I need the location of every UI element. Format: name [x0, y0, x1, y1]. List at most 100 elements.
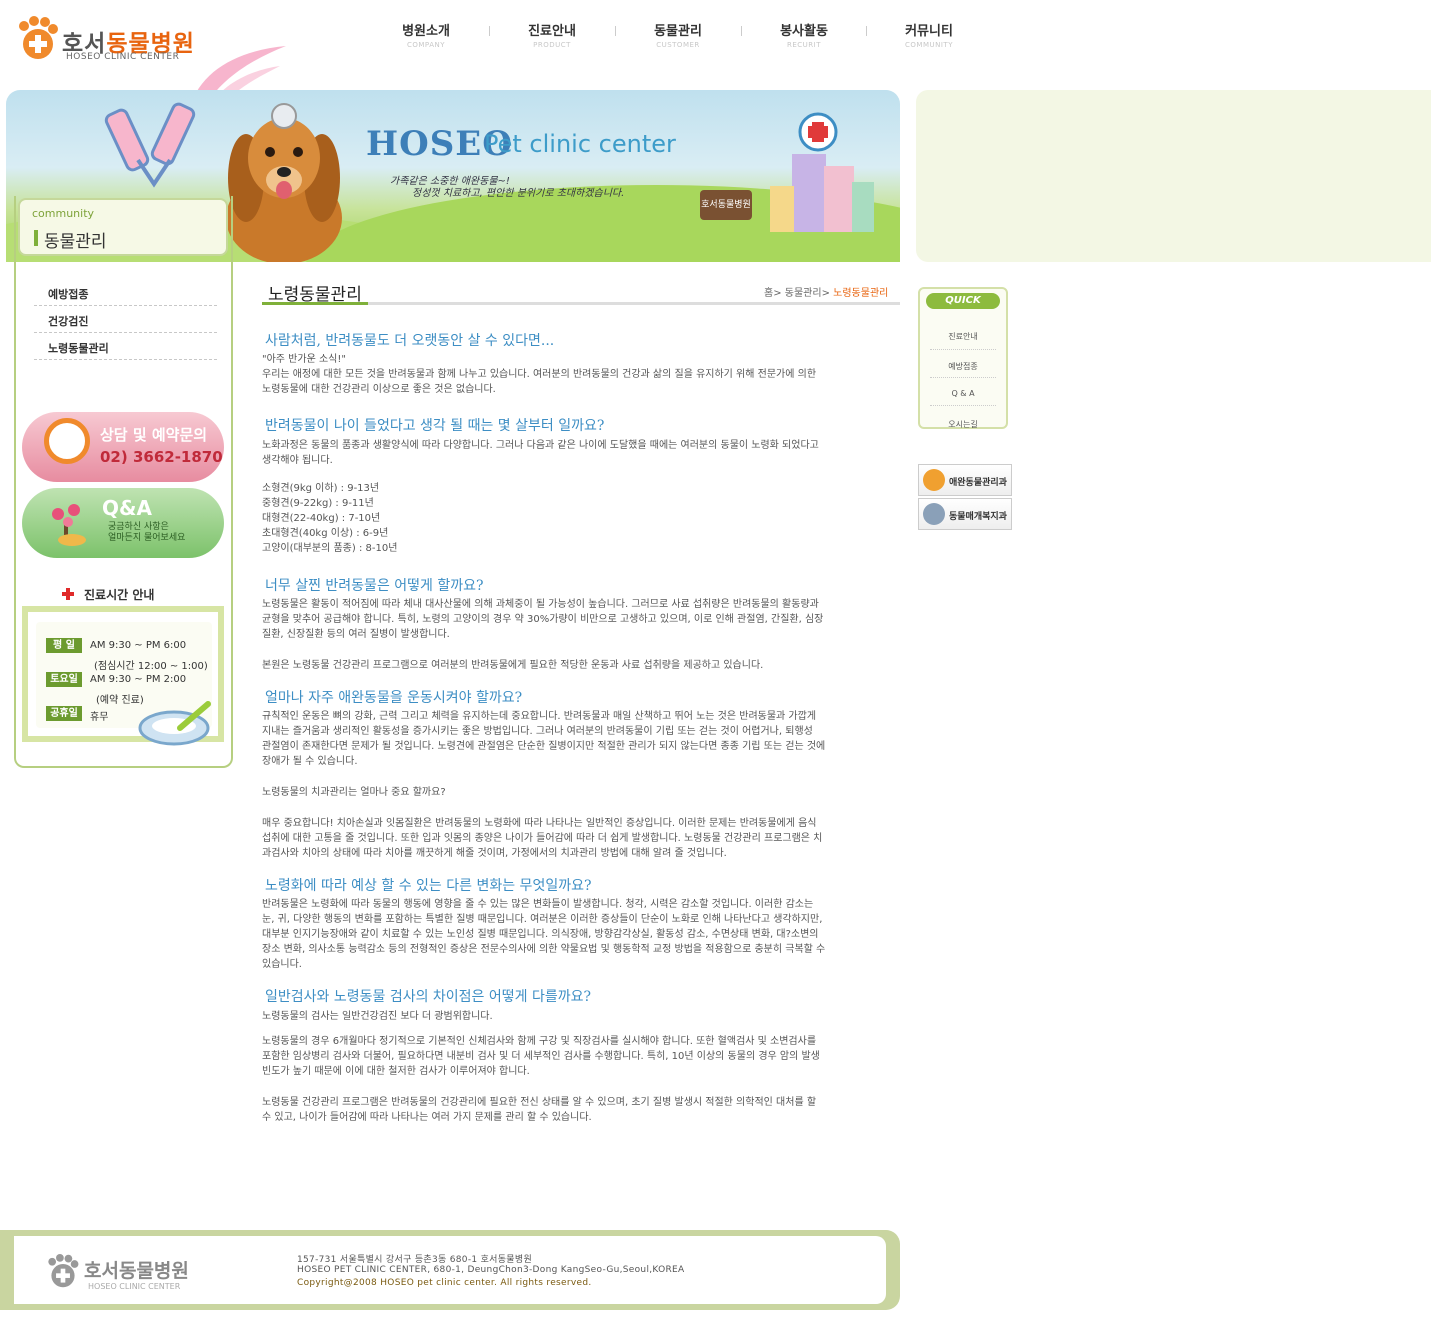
- paragraph-line: 빈도가 높기 때문에 이에 대한 철저한 검사가 이루어져야 합니다.: [262, 1066, 530, 1077]
- footer-paw-cross-icon: [48, 1254, 79, 1288]
- dog-illustration: [226, 103, 342, 262]
- paragraph: 규칙적인 운동은 뼈의 강화, 근력 그리고 체력을 유지하는데 중요합니다. …: [262, 709, 902, 769]
- quick-divider: [930, 405, 996, 406]
- qa-desc: 궁금하신 사항은 얼마든지 물어보세요: [108, 522, 185, 544]
- paragraph-line: 우리는 애정에 대한 모든 것을 반려동물과 함께 나누고 있습니다. 여러분의…: [262, 369, 817, 380]
- button-label: 애완동물관리과: [949, 478, 1007, 488]
- nav-community[interactable]: 커뮤니티 COMMUNITY: [873, 20, 985, 49]
- nav-divider: [489, 26, 490, 36]
- paragraph-line: 질환, 신장질환 등의 여러 질병이 발생합니다.: [262, 629, 450, 640]
- nav-label: 봉사활동: [780, 24, 828, 39]
- paragraph-line: 눈, 귀, 다양한 행동의 변화를 포함하는 특별한 질병 때문입니다. 여러분…: [262, 914, 823, 925]
- site-logo[interactable]: 호서동물병원 HOSEO CLINIC CENTER: [16, 12, 196, 68]
- paragraph-line: 포함한 임상병리 검사와 더불어, 필요하다면 내분비 검사 및 더 세부적인 …: [262, 1051, 820, 1062]
- quick-item-qa[interactable]: Q & A: [926, 389, 1000, 398]
- paragraph-line: 관절염이 존재한다면 문제가 될 것입니다. 노령견에 관절염은 단순한 질병이…: [262, 741, 826, 752]
- top-nav: 병원소개 COMPANY 진료안내 PRODUCT 동물관리 CUSTOMER 봉사활…: [370, 20, 990, 54]
- nav-hospital-intro[interactable]: 병원소개 COMPANY: [370, 20, 482, 49]
- paragraph: 노령동물 건강관리 프로그램은 반려동물의 건강관리에 필요한 전신 상태를 알…: [262, 1095, 902, 1125]
- paragraph-line: 균형을 맞추어 공급해야 합니다. 특히, 노령의 고양이의 경우 약 30%가…: [262, 614, 824, 625]
- paragraph-line: 노화과정은 동물의 품종과 생활양식에 따라 다양합니다. 그러나 다음과 같은…: [262, 440, 819, 451]
- hospital-sign: 호서동물병원: [700, 190, 752, 220]
- quick-item-vaccination[interactable]: 예방접종: [926, 361, 1000, 372]
- paragraph: 본원은 노령동물 건강관리 프로그램으로 여러분의 반려동물에게 필요한 적당한…: [262, 658, 902, 673]
- paragraph: 노령동물의 경우 6개월마다 정기적으로 기본적인 신체검사와 함께 구강 및 …: [262, 1034, 902, 1079]
- animal-assisted-dept-button[interactable]: 동물매개복지과: [918, 498, 1012, 530]
- nav-treatment[interactable]: 진료안내 PRODUCT: [496, 20, 608, 49]
- paragraph-line: 규칙적인 운동은 뼈의 강화, 근력 그리고 체력을 유지하는데 중요합니다. …: [262, 711, 817, 722]
- breadcrumb-home[interactable]: 홈: [764, 288, 773, 299]
- nav-sublabel: COMPANY: [406, 41, 445, 49]
- consult-phone: 02) 3662-1870: [100, 448, 223, 466]
- hospital-building-illustration: [770, 112, 874, 232]
- footer-panel: 호서동물병원 HOSEO CLINIC CENTER 157-731 서울특별시…: [14, 1236, 886, 1304]
- breadcrumb: 홈> 동물관리> 노령동물관리: [764, 284, 888, 299]
- red-cross-icon: [62, 588, 74, 600]
- nav-divider: [741, 26, 742, 36]
- day-badge-weekday: 평 일: [46, 638, 82, 653]
- button-label: 동물매개복지과: [949, 512, 1007, 522]
- sidebar-item-vaccination[interactable]: 예방접종: [34, 279, 217, 306]
- nav-sublabel: RECURIT: [786, 41, 821, 49]
- paw-cross-icon: [19, 16, 58, 59]
- hours-saturday: AM 9:30 ~ PM 2:00: [90, 674, 187, 685]
- quick-item-directions[interactable]: 오시는길: [926, 419, 1000, 430]
- consult-reservation-banner[interactable]: 상담 및 예약문의 02) 3662-1870: [22, 412, 224, 482]
- right-banner-area: [916, 90, 1431, 262]
- paragraph: 노화과정은 동물의 품종과 생활양식에 따라 다양합니다. 그러나 다음과 같은…: [262, 438, 902, 468]
- nav-label: 병원소개: [402, 24, 450, 39]
- quick-menu: QUICK 진료안내 예방접종 Q & A 오시는길: [918, 287, 1008, 429]
- paragraph: 노령동물의 치과관리는 얼마나 중요 할까요?: [262, 785, 902, 800]
- nav-animal-care[interactable]: 동물관리 CUSTOMER: [622, 20, 734, 49]
- qa-desc-line1: 궁금하신 사항은: [108, 522, 169, 532]
- hours-box: 평 일 AM 9:30 ~ PM 6:00 (점심시간 12:00 ~ 1:00…: [22, 606, 224, 746]
- sidebar-item-label: 건강검진: [48, 315, 89, 328]
- paragraph: "아주 반가운 소식!" 우리는 애정에 대한 모든 것을 반려동물과 함께 나누…: [262, 352, 902, 397]
- paragraph-line: 초대형견(40kg 이상) : 6-9년: [262, 528, 389, 539]
- quick-divider: [930, 377, 996, 378]
- footer-address-ko: 157-731 서울특별시 강서구 등촌3동 680-1 호서동물병원: [297, 1255, 533, 1265]
- section-heading: 노령화에 따라 예상 할 수 있는 다른 변화는 무엇일까요?: [265, 878, 592, 894]
- heart-tree-icon: [52, 504, 86, 546]
- paragraph: 반려동물은 노령화에 따라 동물의 행동에 영향을 줄 수 있는 많은 변화들이…: [262, 897, 902, 972]
- paragraph-line: 생각해야 됩니다.: [262, 455, 333, 466]
- paragraph-line: 지내는 즐거움과 생리적인 활동성을 증가시키는 좋은 방법입니다. 그러나 여…: [262, 726, 813, 737]
- nav-volunteer[interactable]: 봉사활동 RECURIT: [748, 20, 860, 49]
- sidebar-item-checkup[interactable]: 건강검진: [34, 306, 217, 333]
- section-heading: 얼마나 자주 애완동물을 운동시켜야 할까요?: [265, 690, 523, 706]
- qa-banner[interactable]: Q&A 궁금하신 사항은 얼마든지 물어보세요: [22, 488, 224, 558]
- paragraph: 노령동물의 검사는 일반건강검진 보다 더 광범위합니다.: [262, 1009, 902, 1024]
- banner-tagline-2: 정성껏 치료하고, 편안한 분위기로 초대하겠습니다.: [412, 188, 625, 199]
- paragraph: 소형견(9kg 이하) : 9-13년 중형견(9-22kg) : 9-11년 대형…: [262, 481, 902, 556]
- dog-icon: [923, 469, 945, 491]
- pet-care-dept-button[interactable]: 애완동물관리과: [918, 464, 1012, 496]
- paragraph-line: 과검사와 치아의 상태에 따라 치아를 깨끗하게 해줄 것이며, 가정에서의 치…: [262, 848, 727, 859]
- paragraph-line: 있습니다.: [262, 959, 302, 970]
- sidebar-item-senior-care[interactable]: 노령동물관리: [34, 333, 217, 360]
- paragraph-line: 반려동물은 노령화에 따라 동물의 행동에 영향을 줄 수 있는 많은 변화들이…: [262, 899, 814, 910]
- section-heading: 반려동물이 나이 들었다고 생각 될 때는 몇 살부터 일까요?: [265, 418, 605, 434]
- footer-logo-subtitle: HOSEO CLINIC CENTER: [88, 1282, 181, 1291]
- paragraph-line: 노령동물의 검사는 일반건강검진 보다 더 광범위합니다.: [262, 1011, 493, 1022]
- hours-heading: 진료시간 안내: [62, 586, 212, 604]
- breadcrumb-parent[interactable]: > 동물관리: [773, 288, 821, 299]
- section-heading: 일반검사와 노령동물 검사의 차이점은 어떻게 다를까요?: [265, 989, 591, 1005]
- paragraph-line: 노령동물에 대한 건강관리 이상으로 좋은 것은 없습니다.: [262, 384, 496, 395]
- paragraph-line: 섭취에 대한 고통을 줄 것입니다. 또한 입과 잇몸의 종양은 나이가 들어감…: [262, 833, 823, 844]
- logo-subtitle: HOSEO CLINIC CENTER: [66, 52, 180, 62]
- nav-sublabel: PRODUCT: [533, 41, 571, 49]
- qa-title: Q&A: [102, 496, 152, 520]
- footer-copyright: Copyright@2008 HOSEO pet clinic center. …: [297, 1278, 592, 1288]
- hours-title: 진료시간 안내: [84, 588, 155, 602]
- section-label-en: community: [32, 207, 95, 220]
- quick-item-treatment[interactable]: 진료안내: [926, 331, 1000, 342]
- hours-holiday: 휴무: [90, 712, 109, 723]
- breadcrumb-sep: >: [821, 288, 830, 299]
- paragraph-line: 장소 변화, 의사소통 능력감소 등의 전형적인 증상은 전문수의사에 의한 약…: [262, 944, 826, 955]
- clock-icon: [44, 418, 90, 464]
- quick-menu-title: QUICK: [926, 293, 1000, 309]
- nav-divider: [615, 26, 616, 36]
- puppy-icon: [923, 503, 945, 525]
- day-badge-saturday: 토요일: [46, 672, 82, 687]
- paragraph-line: 대부분 인지기능장애와 같이 치료할 수 있는 노인성 질병 때문입니다. 의식…: [262, 929, 819, 940]
